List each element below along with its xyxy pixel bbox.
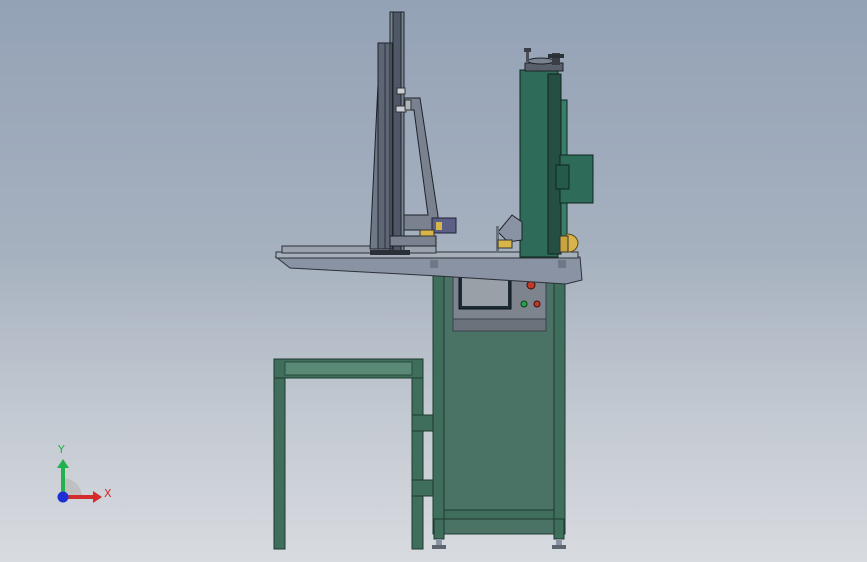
roller-stand[interactable]	[273, 358, 444, 550]
stop-button[interactable]	[533, 300, 541, 308]
x-axis-arrow-icon	[93, 491, 102, 503]
start-button[interactable]	[520, 300, 528, 308]
graphics-viewport[interactable]: Y X	[0, 0, 867, 562]
coordinate-triad	[57, 459, 102, 503]
hmi-screen[interactable]	[462, 276, 508, 306]
y-axis-arrow-icon	[57, 459, 69, 468]
vertical-frame[interactable]	[369, 11, 457, 255]
z-axis-dot-icon	[57, 491, 69, 503]
saw-column[interactable]	[496, 48, 594, 258]
cad-model-view[interactable]	[0, 0, 867, 562]
triad-x-label: X	[104, 487, 112, 500]
triad-y-label: Y	[58, 443, 65, 456]
